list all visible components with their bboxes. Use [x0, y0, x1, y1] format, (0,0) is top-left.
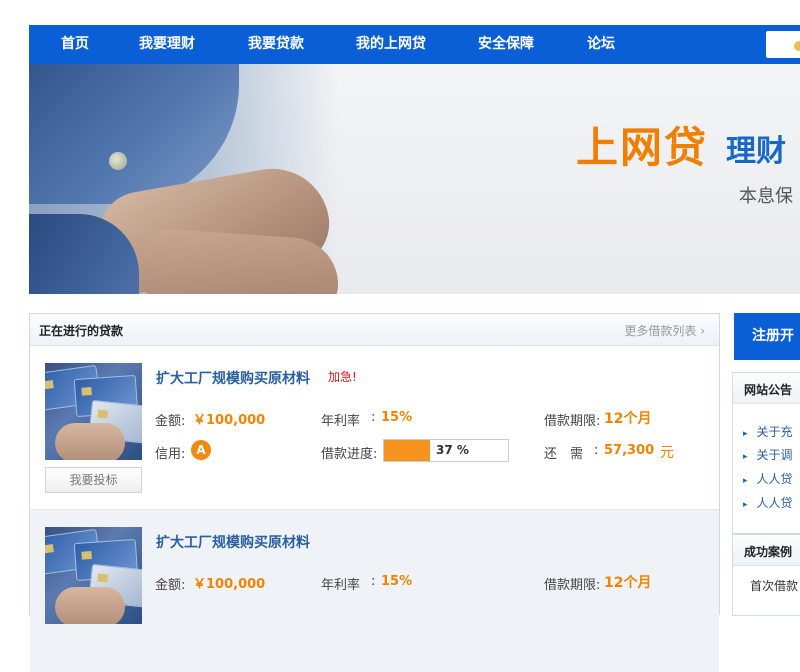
- urgent-badge: 加急!: [328, 370, 357, 384]
- amount-label: 金额:: [155, 414, 186, 429]
- term-label: 借款期限:: [544, 414, 601, 429]
- term-value: 12个月: [604, 575, 652, 591]
- bullet-icon: ▸: [743, 476, 748, 486]
- term-value: 12个月: [604, 411, 652, 427]
- nav-forum[interactable]: 论坛: [587, 25, 615, 64]
- cufflink-shape: [109, 152, 127, 170]
- bullet-icon: ▸: [743, 452, 748, 462]
- nav-my-account[interactable]: 我的上网贷: [356, 25, 426, 64]
- notice-box: 网站公告 ▸ 关于充 ▸ 关于调 ▸ 人人贷 ▸ 人人贷: [732, 372, 800, 534]
- progress-bar: 37 %: [383, 439, 509, 462]
- credit-badge: A: [191, 440, 211, 460]
- hand-shape: [55, 587, 125, 624]
- remain-value: 57,300: [604, 443, 655, 458]
- case-item[interactable]: 首次借款: [750, 577, 798, 594]
- more-loans-link[interactable]: 更多借款列表 ›: [624, 322, 705, 339]
- nav-security[interactable]: 安全保障: [478, 25, 534, 64]
- notice-text[interactable]: 人人贷: [757, 496, 793, 510]
- amount-value: ￥100,000: [193, 577, 266, 592]
- loan-item: 我要投标 扩大工厂规模购买原材料 加急! 金额: ￥100,000 年利率 : …: [30, 346, 719, 508]
- loans-header: 正在进行的贷款 更多借款列表 ›: [30, 314, 719, 346]
- banner-tagline: 理财: [726, 134, 786, 169]
- banner-note: 本息保: [739, 186, 793, 207]
- remain-unit: 元: [660, 445, 674, 461]
- progress-label: 借款进度:: [321, 447, 378, 462]
- amount-label: 金额:: [155, 578, 186, 593]
- notice-text[interactable]: 关于充: [757, 425, 793, 439]
- credit-label: 信用:: [155, 447, 186, 462]
- notice-item[interactable]: ▸ 关于调: [743, 446, 793, 463]
- nav-invest[interactable]: 我要理财: [139, 25, 195, 64]
- term-label: 借款期限:: [544, 578, 601, 593]
- hand-shape: [55, 423, 125, 460]
- cases-title: 成功案例: [744, 545, 793, 559]
- loans-title: 正在进行的贷款: [39, 324, 124, 338]
- chevron-right-icon: ›: [696, 324, 705, 338]
- top-nav: 首页 我要理财 我要贷款 我的上网贷 安全保障 论坛: [29, 25, 800, 64]
- progress-fill: [384, 440, 430, 461]
- nav-home[interactable]: 首页: [61, 25, 89, 64]
- loan-item: 扩大工厂规模购买原材料 金额: ￥100,000 年利率 : 15% 借款期限:…: [30, 509, 719, 672]
- remain-label: 还 需: [544, 447, 584, 462]
- nav-user-box[interactable]: [766, 31, 800, 58]
- coin-icon: [794, 41, 800, 51]
- remain-colon: :: [594, 443, 599, 458]
- handshake-image: [29, 64, 342, 294]
- nav-borrow[interactable]: 我要贷款: [248, 25, 304, 64]
- loan-title[interactable]: 扩大工厂规模购买原材料: [156, 532, 310, 552]
- rate-label: 年利率: [321, 578, 361, 593]
- more-loans-label[interactable]: 更多借款列表: [624, 324, 696, 338]
- progress-text: 37 %: [436, 443, 469, 457]
- rate-colon: :: [371, 410, 376, 425]
- loans-panel: 正在进行的贷款 更多借款列表 › 我要投标 扩大工厂规模购买原材料 加急! 金额…: [29, 313, 720, 672]
- notice-header: 网站公告: [733, 373, 800, 404]
- notice-item[interactable]: ▸ 人人贷: [743, 470, 793, 487]
- notice-item[interactable]: ▸ 人人贷: [743, 494, 793, 511]
- cases-header: 成功案例: [733, 535, 800, 566]
- cases-box: 成功案例 首次借款: [732, 534, 800, 616]
- amount-value: ￥100,000: [193, 413, 266, 428]
- bullet-icon: ▸: [743, 500, 748, 510]
- notice-text[interactable]: 关于调: [757, 448, 793, 462]
- rate-value: 15%: [381, 574, 413, 589]
- rate-value: 15%: [381, 410, 413, 425]
- banner-brand: 上网贷: [576, 123, 709, 172]
- hero-banner: 上网贷 理财 本息保: [29, 64, 800, 294]
- loan-title[interactable]: 扩大工厂规模购买原材料: [156, 368, 310, 388]
- bullet-icon: ▸: [743, 429, 748, 439]
- signup-button[interactable]: 注册开: [734, 313, 800, 360]
- notice-text[interactable]: 人人贷: [757, 472, 793, 486]
- rate-colon: :: [371, 574, 376, 589]
- rate-label: 年利率: [321, 414, 361, 429]
- loan-thumbnail: [45, 363, 142, 460]
- notice-item[interactable]: ▸ 关于充: [743, 423, 793, 440]
- notice-title: 网站公告: [744, 383, 793, 397]
- loan-thumbnail: [45, 527, 142, 624]
- invest-button[interactable]: 我要投标: [45, 467, 142, 493]
